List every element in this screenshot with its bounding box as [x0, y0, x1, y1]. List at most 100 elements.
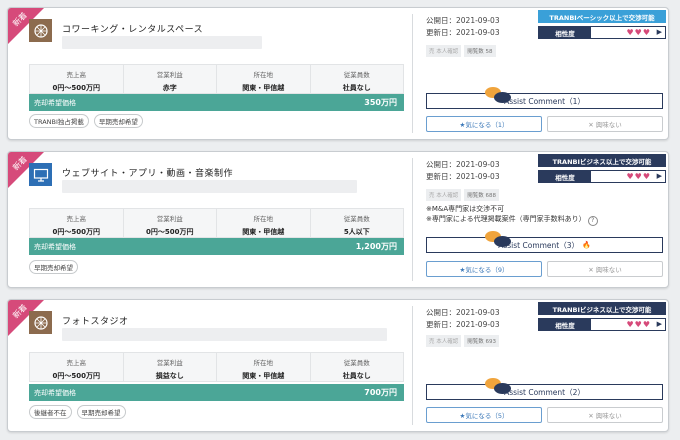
listing-actions: 公開日：2021-09-03 更新日：2021-09-03 TRANBIビジネス… [420, 300, 668, 431]
note-line: ※専門家による代理掲載案件（専門家手数料あり） [426, 215, 586, 223]
stats-table: 売上高 0円〜500万円 営業利益 0円〜500万円 所在地 関東・甲信越 従業員数 5… [29, 208, 404, 238]
assist-label: Assist Comment [504, 96, 566, 106]
action-buttons: ★気になる（9） ✕ 興味ない [426, 261, 663, 277]
tag: 早期売却希望 [29, 260, 78, 274]
listing-title[interactable]: コワーキング・レンタルスペース [62, 22, 203, 35]
stat-cell: 営業利益 0円〜500万円 [124, 209, 217, 237]
stat-cell: 所在地 関東・甲信越 [217, 65, 311, 93]
assist-comment-button[interactable]: Assist Comment （1） [426, 87, 663, 109]
listing-actions: 公開日：2021-09-03 更新日：2021-09-03 TRANBIビジネス… [420, 152, 668, 287]
assist-comment-button[interactable]: Assist Comment （3） 🔥 [426, 231, 663, 253]
price-value: 1,200万円 [355, 242, 397, 251]
heart-icon: ♥♥♥ [626, 28, 651, 37]
price-value: 350万円 [364, 98, 397, 107]
chat-bubbles-icon [485, 231, 513, 249]
redacted-text [62, 180, 357, 193]
chevron-right-icon: ▶ [656, 320, 662, 328]
mini-tag-list: 売 本人確認 閲覧数 693 [426, 335, 499, 347]
updated-date: 更新日：2021-09-03 [426, 28, 500, 37]
action-buttons: ★気になる（5） ✕ 興味ない [426, 407, 663, 423]
price-label: 売却希望価格 [34, 242, 76, 251]
assist-count: （1） [565, 96, 585, 106]
mini-tag-list: 売 本人確認 閲覧数 58 [426, 45, 496, 57]
tag-list: 早期売却希望 [29, 260, 78, 274]
listing-summary: ウェブサイト・アプリ・動画・音楽制作 売上高 0円〜500万円 営業利益 0円〜50… [22, 152, 407, 287]
stat-cell: 売上高 0円〜500万円 [30, 353, 124, 381]
not-interested-button[interactable]: ✕ 興味ない [547, 407, 663, 423]
divider [412, 14, 413, 133]
favorite-button[interactable]: ★気になる（9） [426, 261, 542, 277]
tag-list: TRANBI独占掲載 早期売却希望 [29, 114, 143, 128]
view-count-tag: 閲覧数 688 [464, 189, 499, 201]
listing-card[interactable]: 新着 ウェブサイト・アプリ・動画・音楽制作 売上高 0円〜500万円 営業利益 0円… [7, 151, 669, 288]
view-count-tag: 閲覧数 58 [464, 45, 496, 57]
updated-date: 更新日：2021-09-03 [426, 172, 500, 181]
photo-studio-icon [29, 311, 52, 334]
identity-verified-tag: 売 本人確認 [426, 189, 462, 201]
listing-card[interactable]: 新着 フォトスタジオ 売上高 0円〜500万円 営業利益 損益なし 所在地 関東・甲信… [7, 299, 669, 432]
plan-badge: TRANBIベーシック以上で交渉可能 [538, 10, 666, 23]
heart-icon: ♥♥♥ [626, 320, 651, 329]
chat-bubbles-icon [485, 378, 513, 396]
view-count-tag: 閲覧数 693 [464, 335, 499, 347]
assist-count: （3） [559, 240, 580, 250]
favorite-button[interactable]: ★気になる（1） [426, 116, 542, 132]
compatibility-meter[interactable]: 相性度 ♥♥♥ ▶ [538, 26, 666, 39]
not-interested-button[interactable]: ✕ 興味ない [547, 116, 663, 132]
stat-cell: 営業利益 赤字 [124, 65, 217, 93]
heart-icon: ♥♥♥ [626, 172, 651, 181]
stat-cell: 売上高 0円〜500万円 [30, 65, 124, 93]
compat-label: 相性度 [539, 319, 591, 330]
compatibility-meter[interactable]: 相性度 ♥♥♥ ▶ [538, 170, 666, 183]
help-icon[interactable]: ? [587, 216, 598, 226]
fire-icon: 🔥 [582, 241, 591, 249]
divider [412, 158, 413, 281]
stat-cell: 営業利益 損益なし [124, 353, 217, 381]
stat-cell: 売上高 0円〜500万円 [30, 209, 124, 237]
notes: ※M&A専門家は交渉不可 ※専門家による代理掲載案件（専門家手数料あり）? [426, 204, 598, 226]
listing-title[interactable]: ウェブサイト・アプリ・動画・音楽制作 [62, 166, 233, 179]
compat-label: 相性度 [539, 27, 591, 38]
published-date: 公開日：2021-09-03 [426, 16, 500, 25]
compat-label: 相性度 [539, 171, 591, 182]
stat-cell: 従業員数 社員なし [342, 359, 371, 380]
stat-cell: 所在地 関東・甲信越 [217, 209, 311, 237]
listing-summary: フォトスタジオ 売上高 0円〜500万円 営業利益 損益なし 所在地 関東・甲信越 従… [22, 300, 407, 431]
tag: 早期売却希望 [93, 114, 143, 128]
assist-comment-button[interactable]: Assist Comment （2） [426, 378, 663, 400]
published-date: 公開日：2021-09-03 [426, 160, 500, 169]
tag-list: 後継者不在 早期売却希望 [29, 405, 126, 419]
identity-verified-tag: 売 本人確認 [426, 45, 462, 57]
tag: 早期売却希望 [76, 405, 126, 419]
tag: 後継者不在 [29, 405, 72, 419]
chevron-right-icon: ▶ [656, 28, 662, 36]
plan-badge: TRANBIビジネス以上で交渉可能 [538, 302, 666, 315]
not-interested-button[interactable]: ✕ 興味ない [547, 261, 663, 277]
price-bar: 売却希望価格 350万円 [29, 94, 404, 111]
stats-table: 売上高 0円〜500万円 営業利益 赤字 所在地 関東・甲信越 従業員数 社員なし [29, 64, 404, 94]
redacted-text [62, 36, 262, 49]
monitor-icon [29, 163, 52, 186]
listing-actions: 公開日：2021-09-03 更新日：2021-09-03 TRANBIベーシッ… [420, 8, 668, 139]
published-date: 公開日：2021-09-03 [426, 308, 500, 317]
mini-tag-list: 売 本人確認 閲覧数 688 [426, 189, 499, 201]
plan-badge: TRANBIビジネス以上で交渉可能 [538, 154, 666, 167]
favorite-button[interactable]: ★気になる（5） [426, 407, 542, 423]
redacted-text [62, 328, 387, 341]
identity-verified-tag: 売 本人確認 [426, 335, 462, 347]
listing-title[interactable]: フォトスタジオ [62, 314, 129, 327]
listing-summary: コワーキング・レンタルスペース 売上高 0円〜500万円 営業利益 赤字 所在地 関東… [22, 8, 407, 139]
price-bar: 売却希望価格 700万円 [29, 384, 404, 401]
compatibility-meter[interactable]: 相性度 ♥♥♥ ▶ [538, 318, 666, 331]
tag: TRANBI独占掲載 [29, 114, 89, 128]
price-label: 売却希望価格 [34, 388, 76, 397]
stats-table: 売上高 0円〜500万円 営業利益 損益なし 所在地 関東・甲信越 従業員数 社員なし [29, 352, 404, 382]
note-line: ※M&A専門家は交渉不可 [426, 205, 505, 213]
action-buttons: ★気になる（1） ✕ 興味ない [426, 116, 663, 132]
divider [412, 306, 413, 425]
chevron-right-icon: ▶ [656, 172, 662, 180]
price-label: 売却希望価格 [34, 98, 76, 107]
listing-card[interactable]: 新着 コワーキング・レンタルスペース 売上高 0円〜500万円 営業利益 赤字 所在… [7, 7, 669, 140]
price-bar: 売却希望価格 1,200万円 [29, 238, 404, 255]
assist-label: Assist Comment [504, 387, 566, 397]
